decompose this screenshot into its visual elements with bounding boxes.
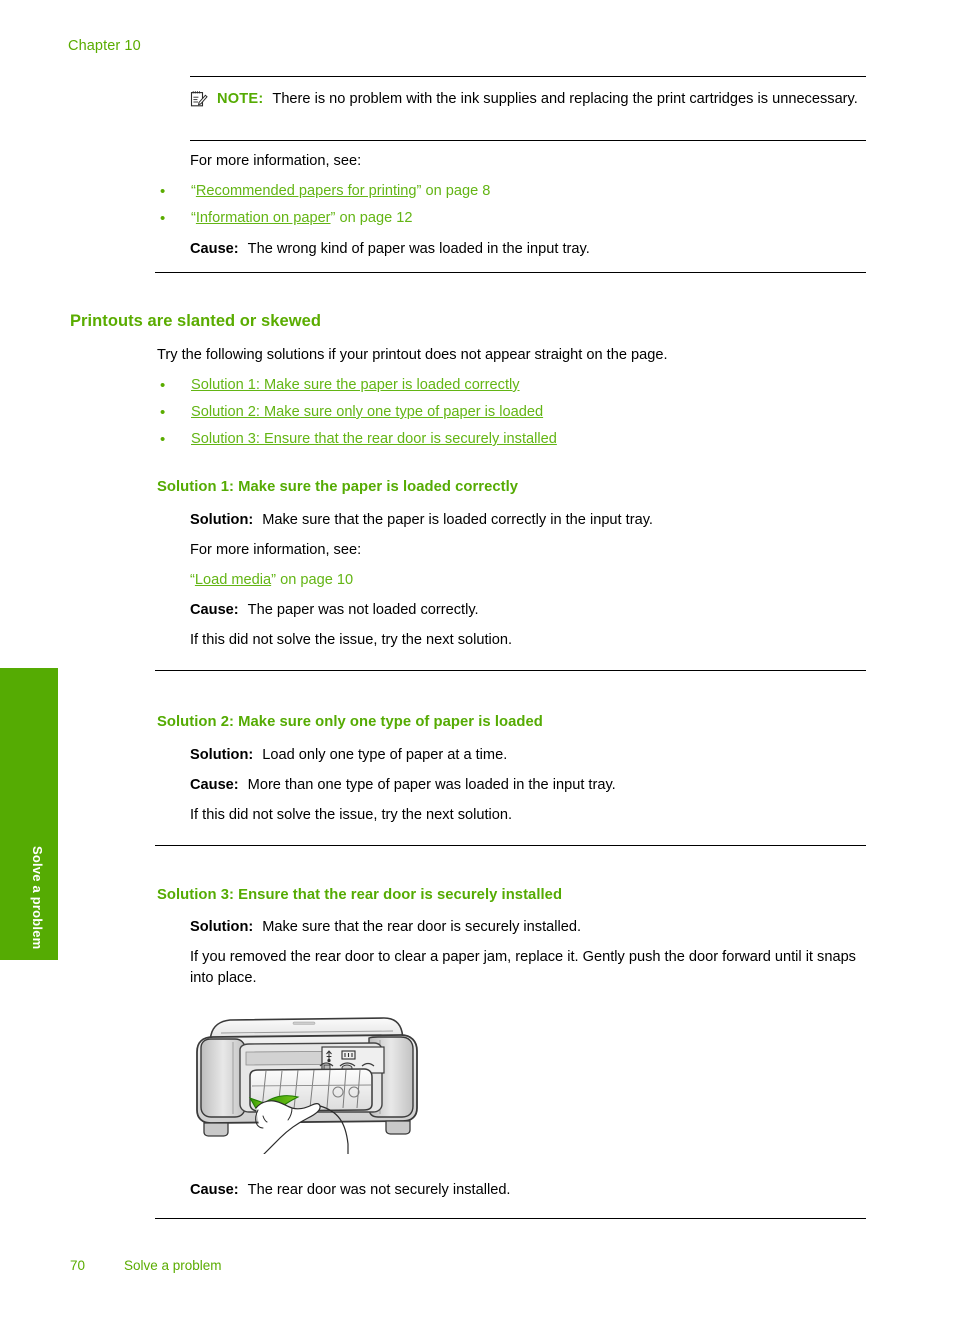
solution-label: Solution:: [190, 512, 254, 528]
solution-2-body: Solution: Load only one type of paper at …: [190, 745, 866, 826]
cause-label: Cause:: [190, 777, 239, 793]
solution-1-body: Solution: Make sure that the paper is loa…: [190, 510, 866, 651]
solution-text: Make sure that the rear door is securely…: [262, 919, 582, 935]
link-page-suffix: on page 12: [335, 210, 413, 226]
solution-3-heading: Solution 3: Ensure that the rear door is…: [157, 887, 563, 903]
link-recommended-papers-for-printing[interactable]: “Recommended papers for printing” on pag…: [191, 183, 490, 199]
solution-1-for-more-info: For more information, see:: [190, 542, 362, 558]
solution-3-paragraph: If you removed the rear door to clear a …: [190, 949, 856, 986]
solution-text: Load only one type of paper at a time.: [262, 747, 508, 763]
footer-section-label: Solve a problem: [124, 1258, 222, 1273]
link-text: Load media: [194, 572, 272, 588]
rule-solution-2-end: [155, 845, 866, 846]
printer-left-cap: [200, 1038, 246, 1118]
rule-note-top: [190, 76, 866, 77]
section-toc-list: Solution 1: Make sure the paper is loade…: [155, 372, 865, 453]
link-text: Solution 3: Ensure that the rear door is…: [191, 431, 557, 447]
solution-2-cause-line: Cause: More than one type of paper was lo…: [190, 775, 866, 796]
rule-solution-3-end: [155, 1218, 866, 1219]
link-load-media[interactable]: “Load media” on page 10: [190, 572, 353, 588]
solution-text: Make sure that the paper is loaded corre…: [262, 512, 653, 528]
solution-2-next: If this did not solve the issue, try the…: [190, 807, 513, 823]
note-text: There is no problem with the ink supplie…: [272, 91, 858, 107]
solution-1-cause-line: Cause: The paper was not loaded correctly…: [190, 600, 866, 621]
cause-label: Cause:: [190, 602, 239, 618]
printer-foot-right: [385, 1120, 411, 1135]
link-solution-3[interactable]: Solution 3: Ensure that the rear door is…: [191, 431, 557, 447]
list-item: “Recommended papers for printing” on pag…: [155, 178, 855, 205]
intro-cause-block: Cause: The wrong kind of paper was loaded…: [190, 239, 866, 260]
solution-1-link-line: “Load media” on page 10: [190, 570, 866, 591]
solution-1-next: If this did not solve the issue, try the…: [190, 632, 513, 648]
printer-foot-left: [203, 1122, 229, 1137]
note-keyword: NOTE:: [217, 91, 264, 107]
cause-text: The rear door was not securely installed…: [247, 1182, 511, 1198]
solution-1-heading: Solution 1: Make sure the paper is loade…: [157, 479, 519, 495]
intro-cause: Cause: The wrong kind of paper was loaded…: [190, 239, 866, 260]
intro-link-list: “Recommended papers for printing” on pag…: [155, 178, 855, 232]
side-tab-solve-a-problem: Solve a problem: [0, 668, 58, 960]
cause-label: Cause:: [190, 241, 239, 257]
solution-label: Solution:: [190, 919, 254, 935]
side-tab-label: Solve a problem: [30, 846, 45, 950]
solution-1-solution-line: Solution: Make sure that the paper is loa…: [190, 510, 866, 531]
solution-2-solution-line: Solution: Load only one type of paper at …: [190, 745, 866, 766]
printer-rear-door-illustration: [188, 1004, 428, 1155]
list-item: Solution 3: Ensure that the rear door is…: [155, 426, 865, 453]
link-page-suffix: on page 10: [276, 572, 354, 588]
footer-page-number: 70: [70, 1258, 86, 1273]
link-text: Solution 1: Make sure the paper is loade…: [191, 377, 520, 393]
cause-text: The paper was not loaded correctly.: [247, 602, 479, 618]
intro-for-more-info-block: For more information, see:: [190, 151, 866, 172]
page-title: Printouts are slanted or skewed: [70, 312, 321, 330]
list-item: Solution 1: Make sure the paper is loade…: [155, 372, 865, 399]
link-text: Recommended papers for printing: [195, 183, 417, 199]
list-item: Solution 2: Make sure only one type of p…: [155, 399, 865, 426]
cause-label: Cause:: [190, 1182, 239, 1198]
cause-text: More than one type of paper was loaded i…: [247, 777, 616, 793]
link-text: Information on paper: [195, 210, 331, 226]
solution-3-cause-block: Cause: The rear door was not securely ins…: [190, 1180, 866, 1201]
cause-text: The wrong kind of paper was loaded in th…: [247, 241, 590, 257]
link-solution-2[interactable]: Solution 2: Make sure only one type of p…: [191, 404, 543, 420]
solution-2-heading: Solution 2: Make sure only one type of p…: [157, 714, 543, 730]
intro-for-more-info: For more information, see:: [190, 153, 362, 169]
link-information-on-paper[interactable]: “Information on paper” on page 12: [191, 210, 413, 226]
note-pad-pencil-icon: [190, 90, 208, 108]
section-lead-block: Try the following solutions if your prin…: [157, 345, 867, 366]
solution-3-body: Solution: Make sure that the rear door is…: [190, 917, 866, 989]
solution-3-cause-line: Cause: The rear door was not securely ins…: [190, 1180, 866, 1201]
chapter-label: Chapter 10: [68, 38, 141, 54]
page-footer: 70 Solve a problem: [70, 1258, 222, 1273]
note-block: NOTE: There is no problem with the ink su…: [190, 88, 866, 110]
rule-note-bottom: [190, 140, 866, 141]
link-text: Solution 2: Make sure only one type of p…: [191, 404, 544, 420]
solution-3-solution-line: Solution: Make sure that the rear door is…: [190, 917, 866, 938]
link-page-suffix: on page 8: [421, 183, 491, 199]
rule-solution-1-end: [155, 670, 866, 671]
solution-label: Solution:: [190, 747, 254, 763]
link-solution-1[interactable]: Solution 1: Make sure the paper is loade…: [191, 377, 520, 393]
note-text-wrap: NOTE: There is no problem with the ink su…: [217, 88, 866, 110]
list-item: “Information on paper” on page 12: [155, 205, 855, 232]
rule-topic-end: [155, 272, 866, 273]
section-lead: Try the following solutions if your prin…: [157, 347, 668, 363]
